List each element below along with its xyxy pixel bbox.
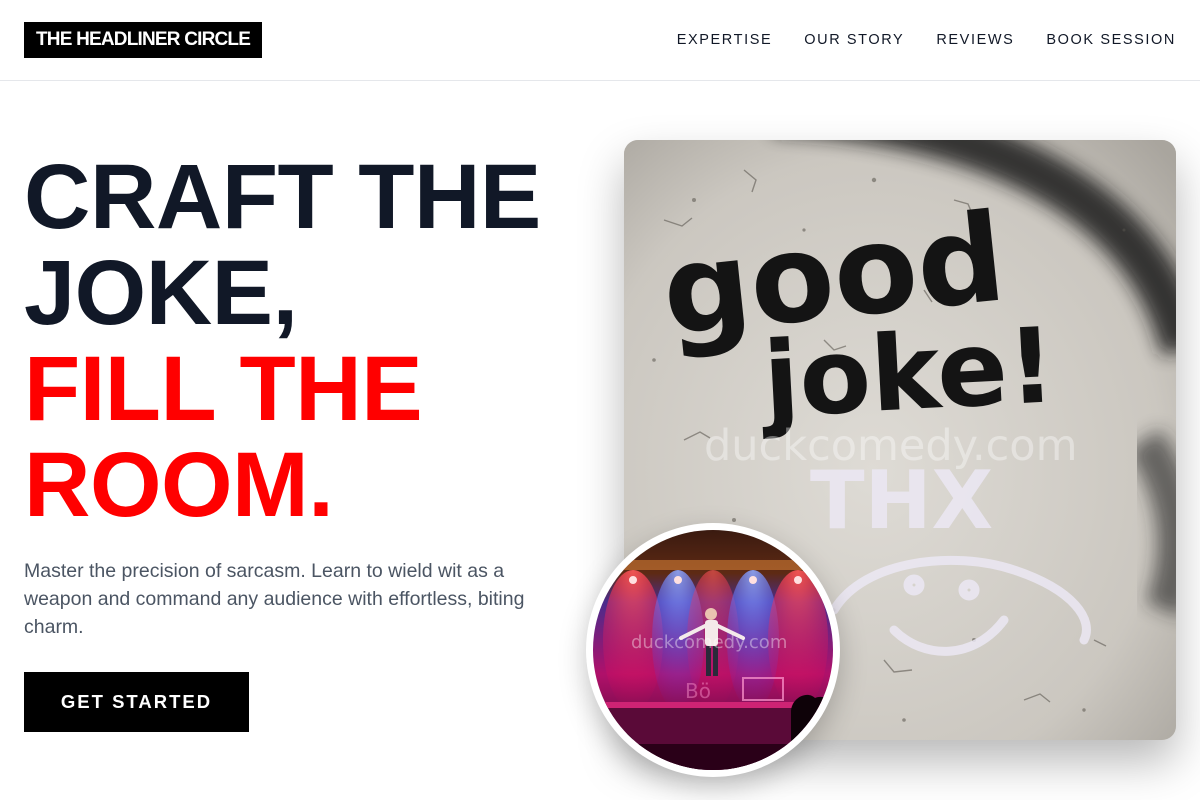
headline-line-2: JOKE, bbox=[24, 242, 298, 344]
hero-headline: CRAFT THE JOKE, FILL THE ROOM. bbox=[24, 149, 604, 533]
main-nav: EXPERTISE OUR STORY REVIEWS BOOK SESSION bbox=[677, 31, 1176, 49]
comedy-stage-photo: Bö duckcomedy.com bbox=[586, 523, 840, 777]
nav-link-expertise[interactable]: EXPERTISE bbox=[677, 31, 773, 49]
main-watermark: duckcomedy.com bbox=[704, 421, 1078, 471]
get-started-button[interactable]: GET STARTED bbox=[24, 672, 249, 732]
headline-line-1: CRAFT THE bbox=[24, 146, 541, 248]
nav-link-book-session[interactable]: BOOK SESSION bbox=[1046, 31, 1176, 49]
nav-link-our-story[interactable]: OUR STORY bbox=[804, 31, 904, 49]
site-logo[interactable]: THE HEADLINER CIRCLE bbox=[24, 22, 263, 58]
headline-line-4: ROOM. bbox=[24, 434, 334, 536]
stage-sign-text: Bö bbox=[685, 679, 711, 703]
inset-watermark: duckcomedy.com bbox=[631, 632, 787, 653]
site-header: THE HEADLINER CIRCLE EXPERTISE OUR STORY… bbox=[0, 0, 1200, 81]
hero-description: Master the precision of sarcasm. Learn t… bbox=[24, 560, 525, 638]
headline-line-3: FILL THE bbox=[24, 338, 423, 440]
nav-link-reviews[interactable]: REVIEWS bbox=[936, 31, 1014, 49]
